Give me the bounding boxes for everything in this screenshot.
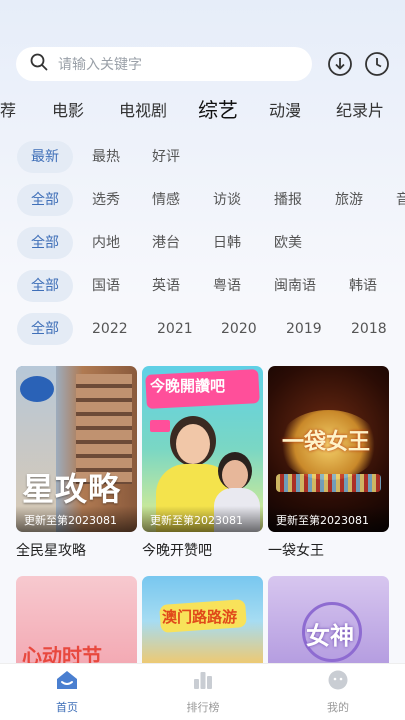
show-card[interactable]: 星攻略 更新至第2023081 全民星攻略 [16,366,137,560]
year-filter-row: 全部 2022 2021 2020 2019 2018 [0,313,405,345]
tab-variety[interactable]: 综艺 [198,96,238,125]
language-filter-row: 全部 国语 英语 粤语 闽南语 韩语 [0,270,405,302]
show-poster[interactable]: 心动时节 [16,576,137,666]
show-title: 全民星攻略 [16,543,86,559]
poster-text: 澳门路路游 [162,608,238,626]
filter-chip[interactable]: 最热 [92,141,120,173]
filter-chip[interactable]: 内地 [92,227,120,259]
filter-chip[interactable]: 2020 [221,313,257,345]
update-badge: 更新至第2023081 [16,506,137,532]
tab-label: 我的 [327,701,349,714]
user-icon [328,670,348,690]
bar-chart-icon [194,672,212,689]
search-input[interactable]: 请输入关键字 [16,47,312,81]
show-card[interactable]: 今晚開讚吧 更新至第2023081 今晚开赞吧 [142,366,263,560]
poster-text: 女神 [306,622,354,650]
bottom-tab-bar: 首页 排行榜 我的 [0,663,405,720]
show-title: 一袋女王 [268,543,324,559]
show-poster: 一袋女王 更新至第2023081 [268,366,389,532]
tab-documentary[interactable]: 纪录片 [336,96,384,126]
type-filter-row: 全部 选秀 情感 访谈 播报 旅游 音 [0,184,405,216]
category-tabs: 荐 电影 电视剧 综艺 动漫 纪录片 [0,96,405,126]
poster-jewels [276,474,381,492]
filter-chip[interactable]: 2019 [286,313,322,345]
poster-logo [20,376,54,402]
filter-chip[interactable]: 情感 [152,184,180,216]
filter-chip[interactable]: 最新 [17,141,73,173]
show-poster[interactable]: 澳门路路游 [142,576,263,666]
poster-person2-face [222,460,248,490]
tab-anime[interactable]: 动漫 [269,96,301,126]
tab-tv-series[interactable]: 电视剧 [119,96,167,126]
show-poster: 星攻略 更新至第2023081 [16,366,137,532]
filter-chip[interactable]: 港台 [152,227,180,259]
filter-chip[interactable]: 好评 [152,141,180,173]
filter-chip[interactable]: 全部 [17,227,73,259]
filter-chip[interactable]: 2022 [92,313,128,345]
filter-chip[interactable]: 全部 [17,184,73,216]
show-poster: 今晚開讚吧 更新至第2023081 [142,366,263,532]
tab-home[interactable]: 首页 [27,670,107,715]
filter-chip[interactable]: 2021 [157,313,193,345]
filter-chip[interactable]: 日韩 [213,227,241,259]
poster-text: 星攻略 [22,470,122,508]
filter-chip[interactable]: 闽南语 [274,270,316,302]
sort-filter-row: 最新 最热 好评 [0,141,405,173]
filter-chip[interactable]: 音 [396,184,405,216]
filter-chip[interactable]: 2018 [351,313,387,345]
tab-ranking[interactable]: 排行榜 [163,670,243,715]
tab-label: 排行榜 [186,701,220,714]
filter-chip[interactable]: 全部 [17,313,73,345]
tab-recommend[interactable]: 荐 [0,96,16,126]
filter-chip[interactable]: 选秀 [92,184,120,216]
filter-chip[interactable]: 访谈 [213,184,241,216]
show-poster[interactable]: 女神 [268,576,389,666]
tab-label: 首页 [56,701,78,714]
home-icon [57,671,77,689]
poster-text: 一袋女王 [282,430,371,455]
show-title: 今晚开赞吧 [142,543,212,559]
search-placeholder: 请输入关键字 [58,57,142,73]
update-badge: 更新至第2023081 [268,506,389,532]
tab-movies[interactable]: 电影 [52,96,84,126]
filter-chip[interactable]: 播报 [274,184,302,216]
update-badge: 更新至第2023081 [142,506,263,532]
filter-chip[interactable]: 全部 [17,270,73,302]
filter-chip[interactable]: 旅游 [335,184,363,216]
download-button[interactable] [327,51,353,77]
show-card[interactable]: 一袋女王 更新至第2023081 一袋女王 [268,366,389,560]
poster-text: 今晚開讚吧 [150,377,226,395]
download-icon [328,52,352,76]
tab-profile[interactable]: 我的 [298,670,378,715]
filter-chip[interactable]: 英语 [152,270,180,302]
poster-person-face [176,424,210,464]
region-filter-row: 全部 内地 港台 日韩 欧美 [0,227,405,259]
poster-tag [150,420,170,432]
filter-chip[interactable]: 欧美 [274,227,302,259]
filter-chip[interactable]: 韩语 [349,270,377,302]
search-icon [30,53,48,75]
filter-chip[interactable]: 国语 [92,270,120,302]
history-button[interactable] [364,51,390,77]
clock-icon [365,52,389,76]
filter-chip[interactable]: 粤语 [213,270,241,302]
